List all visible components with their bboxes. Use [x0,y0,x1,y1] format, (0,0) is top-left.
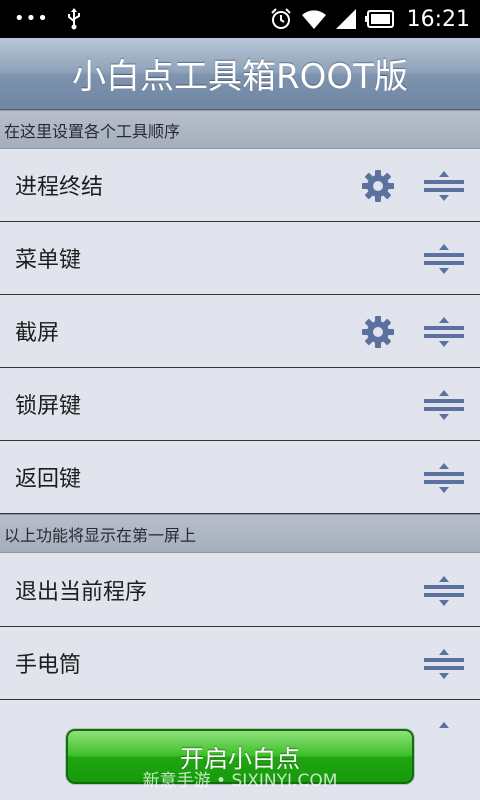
watermark: 新意手游 • SIXINYI.COM [142,771,338,791]
signal-icon [335,9,356,29]
section-header-label: 以上功能将显示在第一屏上 [4,525,197,545]
list-item-label: 菜单键 [15,248,82,273]
drag-handle-icon[interactable] [424,463,464,493]
list-item-label: 手电筒 [15,653,82,678]
list-item-flashlight[interactable]: 手电筒 [0,627,480,700]
drag-handle-icon[interactable] [424,317,464,347]
drag-handle-icon[interactable] [424,649,464,679]
list-item-label: 截屏 [15,321,60,346]
list-item-label: 退出当前程序 [15,580,148,605]
gear-icon[interactable] [361,315,395,349]
section-header-order: 在这里设置各个工具顺序 [0,110,480,149]
list-item-exit-app[interactable]: 退出当前程序 [0,554,480,627]
list-item-screenshot[interactable]: 截屏 [0,295,480,368]
section-header-label: 在这里设置各个工具顺序 [4,121,181,141]
drag-handle-icon[interactable] [424,244,464,274]
gear-icon[interactable] [361,169,395,203]
section-header-first-screen: 以上功能将显示在第一屏上 [0,514,480,553]
wifi-icon [301,10,326,29]
list-item-lock-key[interactable]: 锁屏键 [0,368,480,441]
battery-icon [364,10,394,28]
status-bar: ••• 16:21 [0,0,480,38]
status-time: 16:21 [406,6,470,32]
drag-handle-icon[interactable] [424,722,464,752]
list-item-label: 锁屏键 [15,394,82,419]
list-item-menu-key[interactable]: 菜单键 [0,222,480,295]
list-item-kill-process[interactable]: 进程终结 [0,149,480,222]
drag-handle-icon[interactable] [424,171,464,201]
usb-icon [67,8,80,30]
list-item-label: 返回键 [15,467,82,492]
list-item-back-key[interactable]: 返回键 [0,441,480,514]
title-bar: 小白点工具箱ROOT版 [0,38,480,110]
drag-handle-icon[interactable] [424,576,464,606]
page-title: 小白点工具箱ROOT版 [72,57,408,97]
alarm-icon [270,8,291,29]
drag-handle-icon[interactable] [424,390,464,420]
more-dots-icon: ••• [14,8,49,29]
list-item-label: 进程终结 [15,175,104,200]
